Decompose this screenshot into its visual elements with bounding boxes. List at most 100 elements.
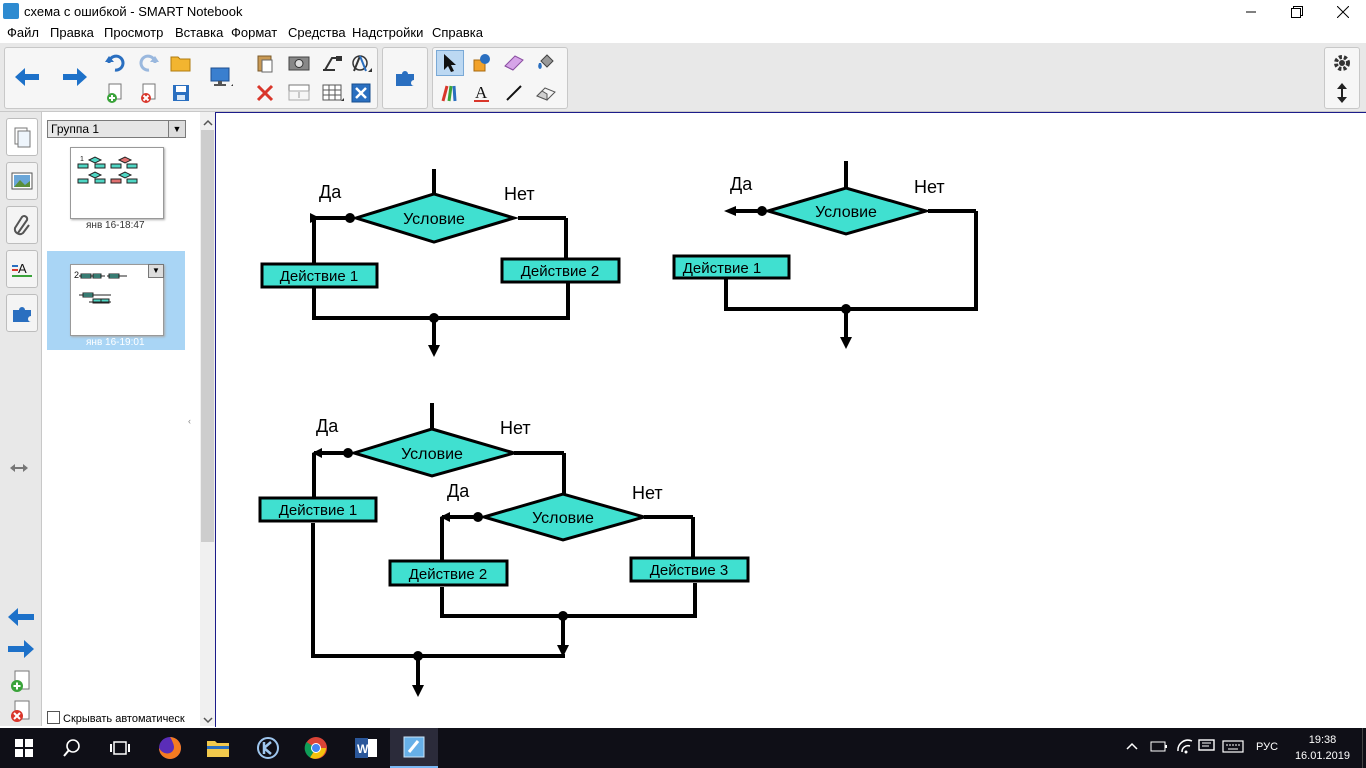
svg-text:W: W [357, 742, 369, 756]
autohide-label: Скрывать автоматическ [63, 713, 185, 725]
addons-puzzle-icon[interactable] [391, 64, 419, 90]
next-page-arrow-icon[interactable] [61, 64, 89, 90]
addons-puzzle-icon [13, 307, 31, 322]
svg-text:A: A [18, 261, 27, 276]
task-view-icon[interactable] [96, 728, 144, 768]
open-folder-icon[interactable] [167, 50, 195, 76]
battery-icon[interactable] [1150, 739, 1168, 756]
page-thumbnail-2[interactable]: 2 ▼ [70, 264, 164, 336]
paperclip-icon [13, 215, 30, 236]
group-select[interactable]: Группа 1 ▼ [47, 120, 186, 138]
measurement-tools-icon[interactable] [347, 50, 375, 76]
save-icon[interactable] [167, 80, 195, 106]
volume-icon[interactable] [1198, 738, 1216, 757]
menu-insert[interactable]: Вставка [175, 25, 223, 40]
show-hidden-icons-chevron-up-icon[interactable] [1126, 740, 1138, 754]
fullscreen-close-icon[interactable] [347, 80, 375, 106]
previous-page-arrow-icon[interactable] [13, 64, 41, 90]
screen-capture-icon[interactable] [285, 50, 313, 76]
add-page-sidebar-icon[interactable] [9, 670, 33, 697]
smart-notebook-taskbar-icon[interactable] [390, 728, 438, 768]
tab-attachments[interactable] [6, 206, 38, 244]
resize-sidebar-icon[interactable] [10, 462, 28, 476]
yes-label: Да [319, 182, 342, 202]
page-sorter-icon [14, 127, 31, 148]
move-toolbar-icon[interactable] [1328, 80, 1356, 106]
restore-button[interactable] [1274, 0, 1320, 23]
page-1-label: янв 16-18:47 [86, 220, 145, 231]
settings-gear-icon[interactable] [1328, 50, 1356, 76]
scroll-down-chevron-icon[interactable] [203, 713, 213, 727]
firefox-icon[interactable] [146, 728, 194, 768]
close-button[interactable] [1320, 0, 1366, 23]
flowchart-branching-short: Условие Да Нет Действие 1 [672, 161, 978, 349]
table-icon[interactable] [319, 80, 347, 106]
previous-page-sidebar-icon[interactable] [8, 608, 34, 629]
delete-page-sidebar-icon[interactable] [9, 700, 33, 727]
page-2-label: янв 16-19:01 [86, 337, 145, 348]
flowchart-nested-branching: Условие Да Нет Действие 1 Условие Да Нет… [258, 403, 750, 697]
fill-bucket-icon[interactable] [532, 50, 560, 76]
autohide-checkbox-box[interactable] [47, 711, 60, 724]
menu-format[interactable]: Формат [231, 25, 277, 40]
select-arrow-icon[interactable] [436, 50, 464, 76]
undo-icon[interactable] [101, 50, 129, 76]
condition-label: Условие [815, 204, 877, 221]
text-tool-icon[interactable]: A [468, 80, 496, 106]
shapes-icon[interactable] [468, 50, 496, 76]
wifi-icon[interactable] [1176, 738, 1194, 757]
document-camera-icon[interactable] [319, 50, 347, 76]
panel-resize-grip[interactable]: ‹ [188, 416, 191, 426]
action-label: Действие 2 [409, 566, 487, 583]
paste-icon[interactable] [251, 50, 279, 76]
scrollbar-thumb[interactable] [201, 130, 214, 542]
yes-label: Да [316, 416, 339, 436]
delete-icon[interactable] [251, 80, 279, 106]
menu-tools[interactable]: Средства [288, 25, 346, 40]
chrome-icon[interactable] [292, 728, 340, 768]
page-thumbnail-1[interactable]: 1 [70, 147, 164, 219]
window-title: схема с ошибкой - SMART Notebook [24, 4, 243, 19]
menu-help[interactable]: Справка [432, 25, 483, 40]
tab-properties[interactable]: A [6, 250, 38, 288]
autohide-checkbox[interactable]: Скрывать автоматическ [47, 711, 185, 725]
pens-icon[interactable] [436, 80, 464, 106]
menu-edit[interactable]: Правка [50, 25, 94, 40]
next-page-sidebar-icon[interactable] [8, 640, 34, 661]
show-desktop-button[interactable] [1362, 728, 1366, 768]
clock[interactable]: 19:38 16.01.2019 [1295, 732, 1350, 764]
add-page-icon[interactable] [101, 80, 129, 106]
line-tool-icon[interactable] [500, 80, 528, 106]
tab-gallery[interactable] [6, 162, 38, 200]
windows-taskbar: W РУС 19:38 16.01.2019 [0, 728, 1366, 768]
app-k-icon[interactable] [244, 728, 292, 768]
menu-view[interactable]: Просмотр [104, 25, 163, 40]
file-explorer-icon[interactable] [194, 728, 242, 768]
screen-shade-icon[interactable] [285, 80, 313, 106]
keyboard-icon[interactable] [1222, 738, 1244, 757]
tab-addons[interactable] [6, 294, 38, 332]
flowchart-branching-full: Условие Да Нет Действие 1 Действие 2 [260, 169, 621, 357]
tab-page-sorter[interactable] [6, 118, 38, 156]
minimize-button[interactable] [1228, 0, 1274, 23]
no-label: Нет [500, 418, 531, 438]
delete-page-icon[interactable] [135, 80, 163, 106]
menu-addons[interactable]: Надстройки [352, 25, 423, 40]
start-windows-icon[interactable] [0, 728, 48, 768]
scroll-up-chevron-icon[interactable] [203, 116, 213, 130]
chevron-down-icon[interactable]: ▼ [168, 121, 185, 137]
menu-file[interactable]: Файл [7, 25, 39, 40]
magic-pen-icon[interactable] [500, 50, 528, 76]
page-menu-chevron-down-icon[interactable]: ▼ [148, 264, 164, 278]
search-icon[interactable] [48, 728, 96, 768]
redo-icon[interactable] [135, 50, 163, 76]
action-label: Действие 1 [683, 260, 761, 277]
whiteboard-canvas[interactable]: Условие Да Нет Действие 1 Действие 2 Усл… [215, 112, 1366, 727]
vertical-scrollbar[interactable] [200, 112, 215, 726]
gallery-image-icon [11, 172, 33, 190]
title-bar: схема с ошибкой - SMART Notebook [0, 0, 1366, 23]
display-screen-icon[interactable] [207, 64, 235, 90]
word-icon[interactable]: W [342, 728, 390, 768]
eraser-icon[interactable] [532, 80, 560, 106]
language-indicator[interactable]: РУС [1256, 741, 1278, 753]
